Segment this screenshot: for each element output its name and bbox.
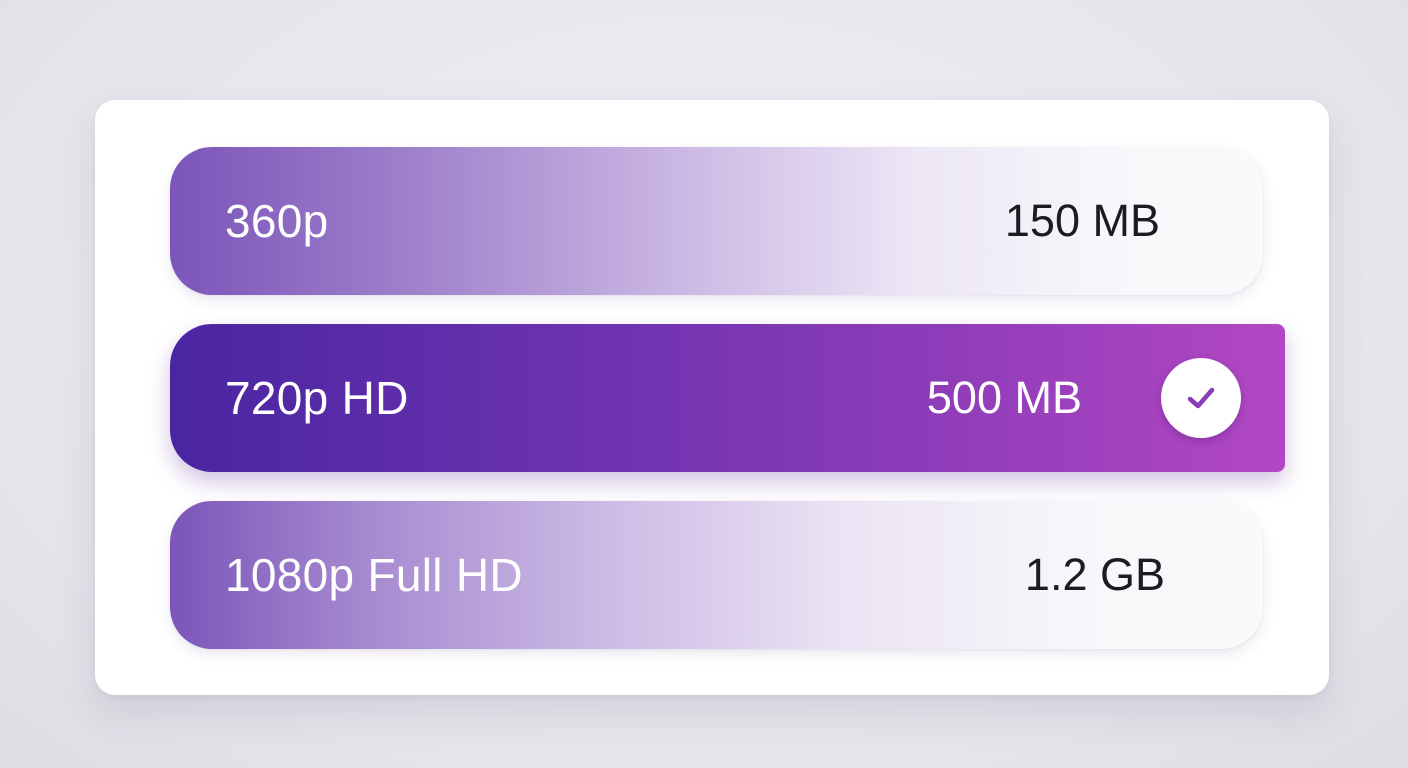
file-size: 150 MB [1004, 195, 1160, 246]
page-background: 360p 150 MB 720p HD 500 MB 1080p Full HD… [0, 0, 1408, 768]
file-size: 1.2 GB [1024, 549, 1165, 600]
quality-option-360p[interactable]: 360p 150 MB [170, 147, 1263, 295]
quality-label: 1080p Full HD [225, 549, 523, 601]
checkmark-icon [1161, 358, 1241, 438]
quality-label: 360p [225, 195, 329, 247]
quality-option-720p-hd[interactable]: 720p HD 500 MB [170, 324, 1285, 472]
file-size: 500 MB [926, 372, 1082, 423]
quality-selector-card: 360p 150 MB 720p HD 500 MB 1080p Full HD… [95, 100, 1329, 695]
quality-label: 720p HD [225, 372, 409, 424]
quality-option-1080p-full-hd[interactable]: 1080p Full HD 1.2 GB [170, 501, 1263, 649]
